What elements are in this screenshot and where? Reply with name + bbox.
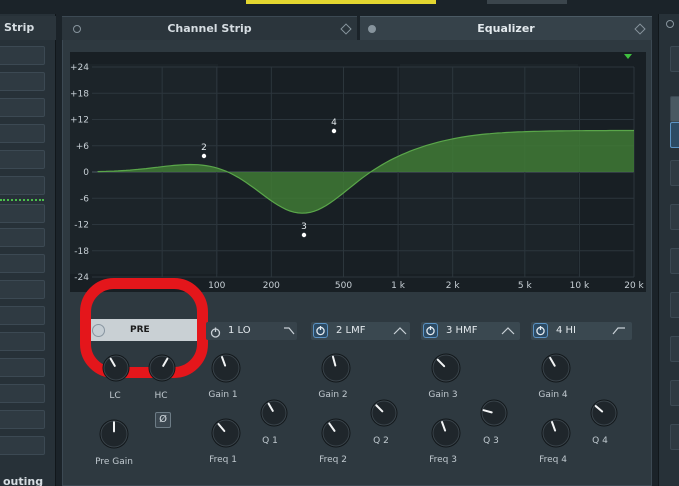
knob-layer	[99, 353, 618, 449]
right-slot[interactable]	[670, 424, 679, 450]
band-3-freq-label: Freq 3	[429, 455, 457, 465]
band-2-gain-knob[interactable]	[321, 353, 351, 383]
band-4-q-label: Q 4	[592, 436, 608, 446]
right-slot-active[interactable]	[670, 122, 679, 148]
right-slot[interactable]	[670, 46, 679, 72]
band-4-q-knob[interactable]	[590, 399, 618, 427]
band-4-header[interactable]: 4 HI	[531, 322, 632, 340]
app-window: Strip outing Channel Strip Equalizer +24…	[0, 0, 679, 486]
band-1-name: 1 LO	[228, 325, 251, 336]
peak-icon[interactable]	[393, 326, 407, 336]
band-4-name: 4 HI	[556, 325, 577, 336]
band-3-gain-knob[interactable]	[431, 353, 461, 383]
band-3-gain-label: Gain 3	[428, 390, 458, 400]
right-slot[interactable]	[670, 96, 679, 122]
band-4-gain-label: Gain 4	[538, 390, 568, 400]
band-3-q-label: Q 3	[483, 436, 499, 446]
band-3-freq-knob[interactable]	[431, 418, 461, 448]
pre-gain-knob[interactable]	[99, 419, 129, 449]
band-3-header[interactable]: 3 HMF	[421, 322, 520, 340]
band-1-header[interactable]: 1 LO	[206, 322, 297, 340]
right-slot[interactable]	[670, 248, 679, 274]
band-3-q-knob[interactable]	[480, 399, 508, 427]
band-2-header[interactable]: 2 LMF	[311, 322, 410, 340]
band-2-freq-knob[interactable]	[321, 418, 351, 448]
band-1-gain-knob[interactable]	[211, 353, 241, 383]
hc-knob[interactable]	[148, 354, 176, 382]
hc-label: HC	[154, 391, 168, 401]
band-2-power-icon[interactable]	[313, 323, 328, 338]
band-1-freq-knob[interactable]	[211, 418, 241, 448]
band-1-q-knob[interactable]	[260, 399, 288, 427]
right-slot[interactable]	[670, 292, 679, 318]
band-4-freq-label: Freq 4	[539, 455, 567, 465]
right-tab-icon[interactable]	[666, 20, 674, 28]
band-2-freq-label: Freq 2	[319, 455, 347, 465]
band-3-name: 3 HMF	[446, 325, 478, 336]
right-slot[interactable]	[670, 204, 679, 230]
band-1-q-label: Q 1	[262, 436, 278, 446]
right-slot[interactable]	[670, 160, 679, 186]
band-3-power-icon[interactable]	[423, 323, 438, 338]
high-shelf-icon[interactable]	[612, 326, 626, 336]
lc-knob[interactable]	[102, 354, 130, 382]
low-shelf-icon[interactable]	[283, 326, 295, 336]
band-4-gain-knob[interactable]	[541, 353, 571, 383]
band-1-gain-label: Gain 1	[208, 390, 238, 400]
lc-label: LC	[109, 391, 121, 401]
band-2-name: 2 LMF	[336, 325, 366, 336]
phase-invert-button[interactable]: Ø	[155, 412, 171, 428]
pre-gain-label: Pre Gain	[95, 457, 133, 467]
band-2-gain-label: Gain 2	[318, 390, 348, 400]
band-1-power-icon[interactable]	[209, 324, 222, 343]
right-slot[interactable]	[670, 336, 679, 362]
band-4-freq-knob[interactable]	[541, 418, 571, 448]
right-slot[interactable]	[670, 380, 679, 406]
peak-icon[interactable]	[501, 326, 515, 336]
band-2-q-knob[interactable]	[370, 399, 398, 427]
band-4-power-icon[interactable]	[533, 323, 548, 338]
band-1-freq-label: Freq 1	[209, 455, 237, 465]
band-2-q-label: Q 2	[373, 436, 389, 446]
